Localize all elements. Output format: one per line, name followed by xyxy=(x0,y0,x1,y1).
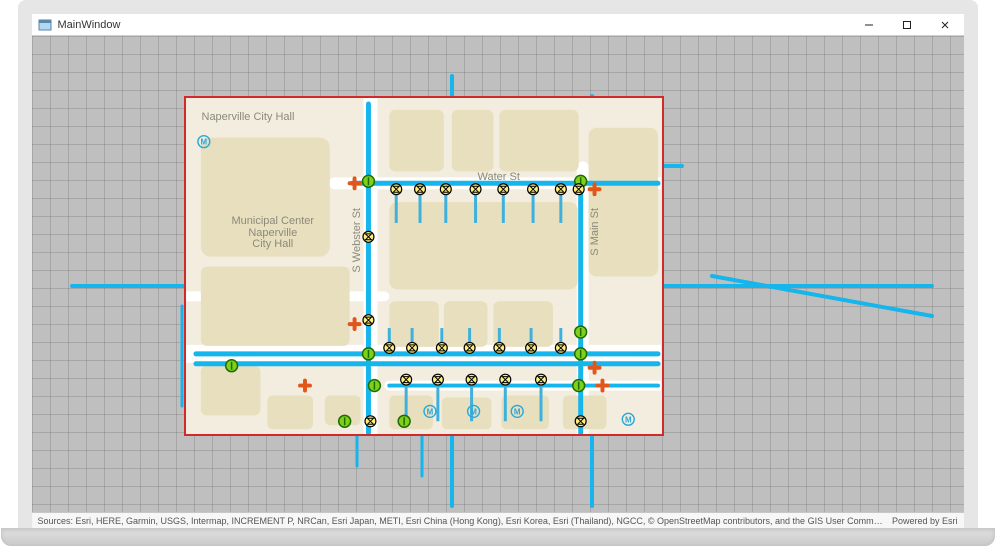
attribution-sources: Sources: Esri, HERE, Garmin, USGS, Inter… xyxy=(38,516,884,526)
svg-text:M: M xyxy=(470,407,477,416)
attribution-powered-by: Powered by Esri xyxy=(892,516,958,526)
svg-text:M: M xyxy=(513,407,520,416)
screen-bezel: MainWindow xyxy=(18,0,978,528)
map-extent-box: MMMMM Naperville City Hall Municipal Cen… xyxy=(184,96,664,436)
window-title: MainWindow xyxy=(58,19,121,31)
svg-text:M: M xyxy=(426,407,433,416)
minimize-button[interactable] xyxy=(850,14,888,36)
window-titlebar: MainWindow xyxy=(32,14,964,36)
svg-text:M: M xyxy=(624,415,631,424)
maximize-button[interactable] xyxy=(888,14,926,36)
map-viewport[interactable]: MMMMM Naperville City Hall Municipal Cen… xyxy=(32,36,964,528)
laptop-base xyxy=(1,528,995,546)
basemap-and-network: M M M M M xyxy=(186,98,662,435)
laptop-mockup: MainWindow xyxy=(18,0,978,546)
close-button[interactable] xyxy=(926,14,964,36)
svg-text:M: M xyxy=(200,138,207,147)
map-attribution-bar: Sources: Esri, HERE, Garmin, USGS, Inter… xyxy=(32,512,964,528)
app-window-icon xyxy=(38,18,52,32)
